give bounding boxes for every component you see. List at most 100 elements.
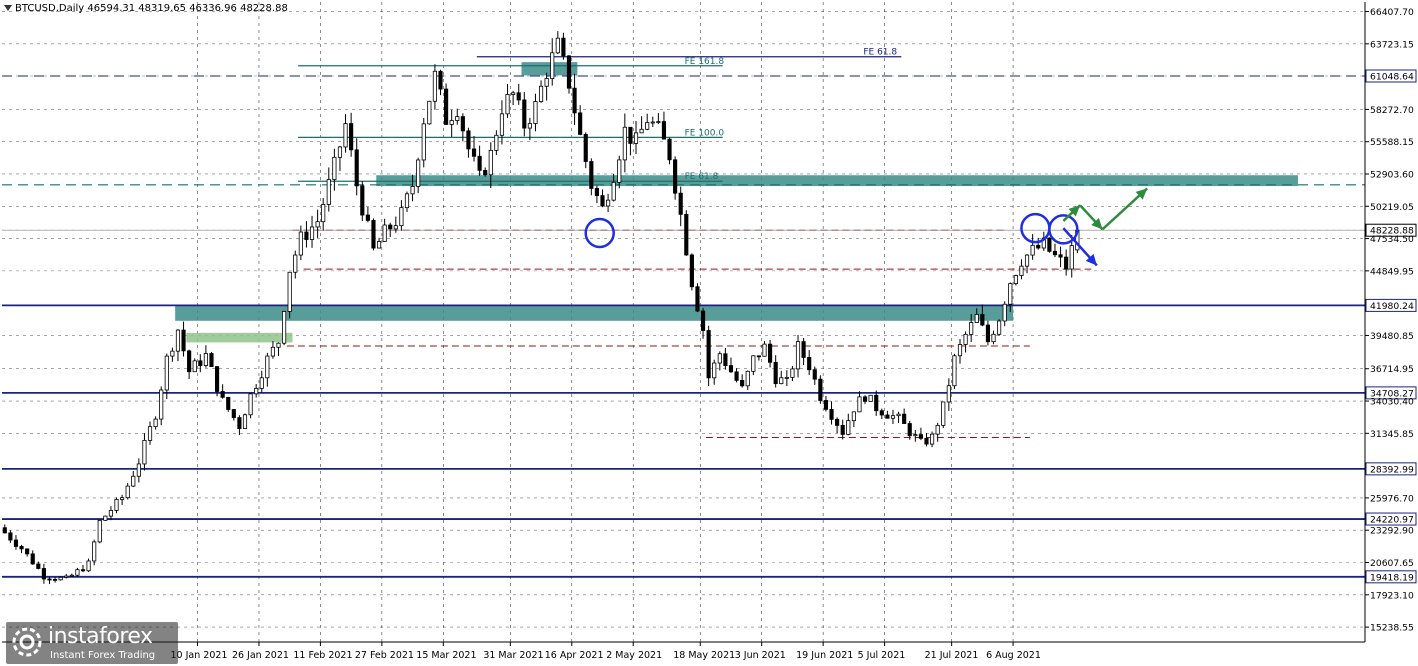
date-tick-label: 26 Jan 2021 (232, 650, 289, 661)
candle-bearish (862, 396, 868, 402)
supply-demand-zone[interactable] (186, 332, 293, 343)
candle-bearish (879, 410, 884, 416)
candle-bullish (550, 52, 555, 79)
candle-bearish (19, 546, 24, 550)
candle-bearish (728, 365, 734, 373)
candle-bearish (773, 361, 778, 385)
candle-bullish (974, 314, 979, 323)
candle-bullish (170, 350, 175, 357)
candle-bearish (80, 569, 86, 572)
candle-bearish (578, 112, 583, 135)
price-chart[interactable]: FE 161.8 FE 100.0 FE 61.8 FE 61.8 66407.70 63… (0, 0, 1418, 666)
candle-bearish (522, 99, 527, 129)
candle-bullish (991, 333, 996, 343)
candle-bullish (427, 100, 432, 125)
date-tick-label: 15 Mar 2021 (416, 650, 476, 661)
dropdown-arrow-icon[interactable] (4, 5, 12, 11)
candle-bullish (309, 226, 315, 240)
candle-bullish (164, 355, 169, 391)
date-tick-label: 6 Aug 2021 (986, 650, 1041, 661)
candle-bearish (628, 126, 633, 144)
candle-bullish (656, 121, 661, 123)
candle-bearish (583, 134, 588, 162)
date-tick-label: 5 Jul 2021 (858, 650, 906, 661)
candle-bullish (192, 360, 197, 373)
candle-bullish (120, 497, 125, 500)
candle-bearish (695, 286, 700, 312)
candle-bearish (1036, 244, 1041, 249)
price-tick-label: 52903.60 (1370, 169, 1414, 180)
candle-bullish (617, 159, 622, 183)
candle-bullish (376, 241, 382, 249)
price-tick-label: 39480.85 (1370, 331, 1414, 342)
candle-bullish (857, 396, 862, 413)
candle-bearish (706, 330, 711, 379)
candle-bearish (918, 434, 923, 439)
candle-bullish (913, 434, 918, 437)
chart-area[interactable]: FE 161.8 FE 100.0 FE 61.8 FE 61.8 66407.70 63… (0, 0, 1418, 666)
candle-bearish (678, 192, 683, 215)
candle-bullish (633, 132, 639, 144)
candle-bullish (321, 204, 326, 223)
symbol-label: BTCUSD,Daily (15, 3, 85, 14)
candle-bearish (388, 224, 393, 230)
candle-bullish (790, 368, 795, 378)
ohlc-values: 46594.31 48319.65 46336.96 48228.88 (87, 3, 288, 14)
candle-bullish (159, 389, 164, 420)
candle-bullish (97, 519, 102, 543)
candle-bearish (924, 437, 929, 445)
candle-bearish (237, 417, 242, 429)
candle-bearish (756, 355, 761, 358)
candle-bearish (516, 92, 521, 101)
chart-header: BTCUSD,Daily 46594.31 48319.65 46336.96 … (4, 3, 288, 14)
candle-bullish (131, 475, 136, 487)
candle-bullish (337, 146, 343, 158)
date-tick-label: 19 Jun 2021 (796, 650, 853, 661)
candle-bullish (114, 499, 119, 511)
fib-expansion-label: FE 161.8 (685, 57, 725, 67)
candle-bullish (393, 225, 398, 230)
candle-bullish (58, 576, 63, 581)
candle-bearish (835, 418, 840, 426)
supply-demand-zone[interactable] (175, 305, 1014, 321)
candle-bearish (673, 159, 678, 194)
price-tick-label: 28392.99 (1370, 464, 1414, 475)
candle-bullish (282, 311, 287, 344)
candle-bullish (957, 344, 963, 357)
price-tick-label: 19418.19 (1370, 572, 1414, 583)
candle-bullish (952, 355, 957, 387)
candle-bearish (885, 414, 890, 419)
date-tick-label: 31 Mar 2021 (483, 650, 543, 661)
price-tick-label: 15238.55 (1370, 623, 1414, 634)
candle-bullish (242, 414, 248, 429)
candle-bullish (745, 370, 750, 387)
price-tick-label: 63723.15 (1370, 39, 1414, 50)
candle-bullish (969, 322, 974, 335)
candle-bearish (823, 400, 829, 410)
candle-bullish (1030, 244, 1035, 256)
candle-bullish (555, 37, 560, 54)
date-tick-label: 18 May 2021 (673, 650, 735, 661)
candle-bullish (717, 353, 722, 364)
candle-bullish (404, 193, 410, 209)
candle-bearish (600, 195, 605, 207)
candle-bullish (153, 418, 158, 428)
candle-bullish (751, 355, 756, 372)
watermark-brand: instaforex Instant Forex Trading (6, 622, 178, 664)
candle-bullish (494, 134, 499, 151)
candle-bullish (287, 271, 292, 312)
price-tick-label: 58272.70 (1370, 105, 1414, 116)
price-tick-label: 36714.95 (1370, 364, 1414, 375)
candle-bearish (371, 220, 376, 249)
price-tick-label: 20607.65 (1370, 558, 1414, 569)
candle-bullish (538, 85, 544, 102)
candle-bullish (332, 156, 337, 180)
candle-bearish (41, 568, 46, 580)
candle-bearish (689, 254, 694, 288)
candle-bullish (1069, 245, 1074, 270)
candle-bearish (589, 161, 594, 189)
candle-bullish (276, 342, 281, 348)
candle-bearish (840, 424, 845, 435)
candle-bullish (784, 376, 789, 379)
date-tick-label: 16 Apr 2021 (545, 650, 604, 661)
